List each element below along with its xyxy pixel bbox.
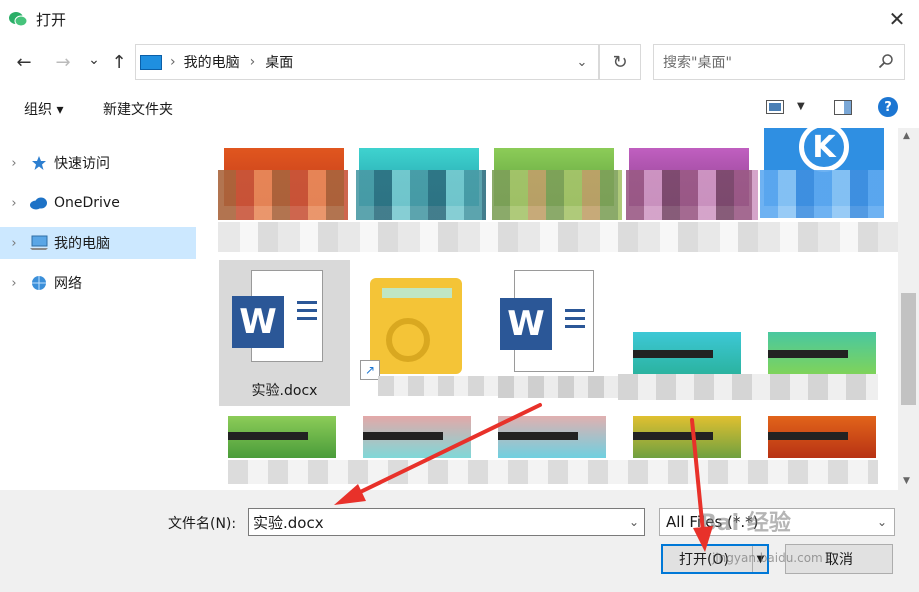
sidebar-item-network[interactable]: › 网络 bbox=[0, 267, 196, 299]
refresh-icon[interactable]: ↻ bbox=[599, 44, 641, 80]
scroll-up-icon[interactable]: ▲ bbox=[903, 131, 910, 141]
view-mode-icon[interactable] bbox=[766, 100, 784, 118]
view-dropdown-icon[interactable]: ▼ bbox=[797, 101, 805, 112]
filename-dropdown-icon[interactable]: ⌄ bbox=[624, 508, 644, 536]
close-icon[interactable]: ✕ bbox=[880, 2, 914, 36]
blurred-filenames bbox=[618, 374, 878, 400]
address-bar[interactable]: › 我的电脑 › 桌面 bbox=[135, 44, 599, 80]
organize-menu-button[interactable]: 组织 ▾ bbox=[24, 99, 63, 119]
star-icon bbox=[28, 154, 50, 172]
network-icon bbox=[28, 274, 50, 292]
expand-chevron-icon[interactable]: › bbox=[0, 196, 28, 211]
selected-file-tile[interactable]: W 实验.docx bbox=[219, 260, 350, 406]
window-title: 打开 bbox=[36, 11, 67, 29]
file-thumbnail[interactable] bbox=[228, 416, 336, 458]
breadcrumb-computer[interactable]: 我的电脑 bbox=[184, 52, 240, 72]
folder-icon bbox=[370, 278, 462, 374]
k-logo-icon: K bbox=[799, 128, 849, 172]
baidu-watermark: Bai 经验 bbox=[700, 511, 791, 536]
file-thumbnail[interactable] bbox=[633, 332, 741, 374]
blurred-filename bbox=[498, 376, 628, 398]
address-dropdown-icon[interactable]: ⌄ bbox=[565, 44, 599, 80]
search-input[interactable]: 搜索"桌面" bbox=[653, 44, 905, 80]
title-bar bbox=[0, 0, 919, 38]
baidu-watermark-url: jingyan.baidu.com bbox=[712, 551, 823, 565]
word-icon: W bbox=[500, 298, 552, 350]
scroll-down-icon[interactable]: ▼ bbox=[903, 476, 910, 486]
blurred-filename bbox=[626, 170, 758, 220]
file-thumbnail[interactable] bbox=[363, 416, 471, 458]
forward-arrow-icon[interactable]: → bbox=[50, 47, 76, 77]
sidebar-item-label: 我的电脑 bbox=[54, 236, 110, 252]
scrollbar-thumb[interactable] bbox=[901, 293, 916, 405]
shortcut-arrow-icon: ↗ bbox=[360, 360, 380, 380]
up-arrow-icon[interactable]: ↑ bbox=[106, 47, 132, 77]
expand-chevron-icon[interactable]: › bbox=[0, 276, 28, 291]
blurred-filename bbox=[356, 170, 486, 220]
word-icon: W bbox=[232, 296, 284, 348]
computer-icon bbox=[28, 234, 50, 252]
shortcut-folder-tile[interactable]: ↗ bbox=[360, 278, 468, 380]
file-name-label: 实验.docx bbox=[251, 383, 318, 399]
new-folder-button[interactable]: 新建文件夹 bbox=[103, 99, 173, 119]
filename-label: 文件名(N): bbox=[168, 516, 237, 532]
wechat-app-icon bbox=[8, 10, 28, 28]
sidebar-item-onedrive[interactable]: › OneDrive bbox=[0, 187, 196, 219]
cloud-icon bbox=[28, 194, 50, 212]
blurred-filenames-row bbox=[218, 222, 898, 252]
sidebar-item-label: 快速访问 bbox=[54, 156, 110, 172]
breadcrumb-separator: › bbox=[249, 54, 256, 70]
file-thumbnail[interactable] bbox=[768, 416, 876, 458]
filename-value: 实验.docx bbox=[253, 513, 324, 532]
blurred-filename bbox=[760, 170, 884, 218]
search-icon[interactable] bbox=[878, 53, 894, 69]
breadcrumb-desktop[interactable]: 桌面 bbox=[265, 52, 293, 72]
expand-chevron-icon[interactable]: › bbox=[0, 156, 28, 171]
navigation-pane: › 快速访问 › OneDrive › 我的电脑 › 网络 bbox=[0, 128, 198, 490]
expand-chevron-icon[interactable]: › bbox=[0, 236, 28, 251]
help-icon[interactable]: ? bbox=[878, 97, 898, 117]
sidebar-item-label: OneDrive bbox=[54, 195, 120, 211]
filename-input[interactable]: 实验.docx bbox=[248, 508, 645, 536]
word-file-tile[interactable]: W bbox=[500, 270, 600, 372]
blurred-filename bbox=[492, 170, 622, 220]
file-thumbnail[interactable] bbox=[633, 416, 741, 458]
recent-locations-icon[interactable]: ⌄ bbox=[81, 45, 107, 75]
blurred-filenames-row bbox=[228, 460, 878, 484]
file-thumbnail[interactable] bbox=[498, 416, 606, 458]
breadcrumb-separator: › bbox=[170, 54, 176, 70]
desktop-folder-icon bbox=[140, 54, 162, 70]
file-list-view[interactable]: K W 实验.docx ↗ W bbox=[198, 128, 898, 490]
file-thumbnail[interactable] bbox=[768, 332, 876, 374]
search-placeholder: 搜索"桌面" bbox=[663, 55, 732, 71]
blurred-filename bbox=[218, 170, 348, 220]
sidebar-item-this-pc[interactable]: › 我的电脑 bbox=[0, 227, 196, 259]
blurred-filename bbox=[378, 376, 498, 396]
sidebar-item-quick-access[interactable]: › 快速访问 bbox=[0, 147, 196, 179]
sidebar-item-label: 网络 bbox=[54, 276, 82, 292]
file-type-dropdown-icon[interactable]: ⌄ bbox=[872, 508, 892, 536]
back-arrow-icon[interactable]: ← bbox=[11, 47, 37, 77]
preview-pane-icon[interactable] bbox=[834, 100, 852, 119]
